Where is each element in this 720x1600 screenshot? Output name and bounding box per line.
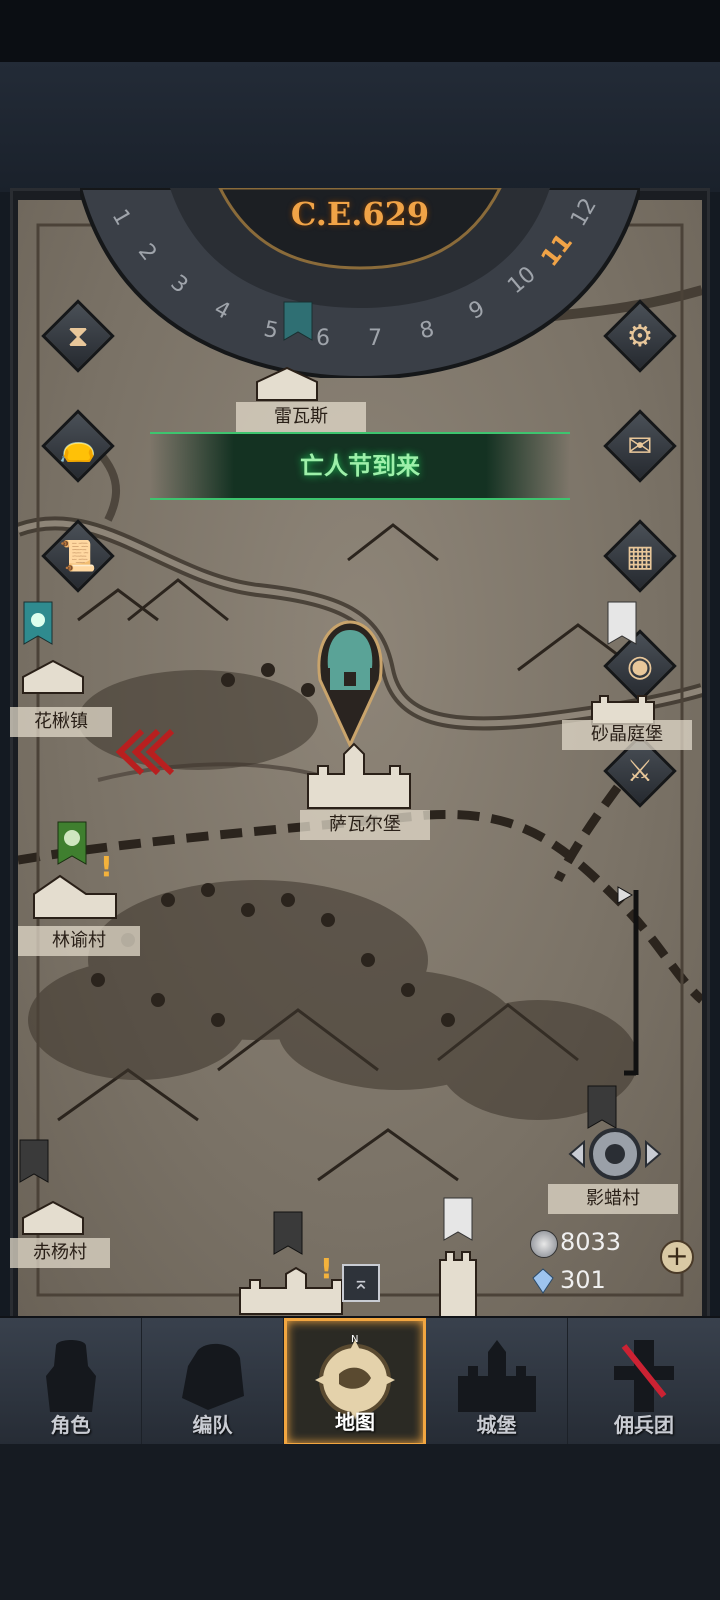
settlement-icon xyxy=(256,366,318,401)
teal-banner-flag xyxy=(283,301,313,341)
nav-label: 角色 xyxy=(50,1413,91,1437)
crystal-icon xyxy=(532,1268,554,1294)
settlement-icon xyxy=(22,1200,84,1235)
place-label-bottom-left: 赤杨村 xyxy=(10,1238,110,1268)
dial-number: 7 xyxy=(368,326,382,351)
banner-sword-icon xyxy=(568,1334,720,1418)
white-banner-flag xyxy=(607,601,637,645)
castle-icon xyxy=(239,1266,343,1315)
envelope-icon: ✉ xyxy=(627,428,653,464)
knight-icon xyxy=(0,1334,141,1418)
hourglass-icon: ⧗ xyxy=(67,318,89,354)
green-tree-banner-flag xyxy=(57,821,87,865)
helmet-icon xyxy=(142,1334,283,1418)
dark-banner-flag xyxy=(19,1139,49,1183)
place-label-top: 雷瓦斯 xyxy=(236,402,366,432)
compass-letter: N xyxy=(351,1334,358,1345)
year-label: C.E.629 xyxy=(290,195,430,233)
castle-icon xyxy=(307,742,411,809)
crosshair-target-icon[interactable] xyxy=(560,1122,670,1192)
silver-amount: 8033 xyxy=(560,1228,622,1256)
teal-banner-flag xyxy=(23,601,53,645)
gear-icon: ⚙ xyxy=(626,318,654,354)
bottom-navigation: 角色 编队 N 地图 城堡 佣兵团 xyxy=(0,1316,720,1446)
dark-banner-flag xyxy=(273,1211,303,1255)
nav-map[interactable]: N 地图 xyxy=(284,1318,426,1446)
window-button[interactable]: ▦ xyxy=(603,519,677,593)
money-bag-icon: 👝 xyxy=(59,428,97,464)
nav-label: 地图 xyxy=(335,1410,375,1434)
settings-button[interactable]: ⚙ xyxy=(603,299,677,373)
place-label-center: 萨瓦尔堡 xyxy=(300,810,430,840)
castle-silhouette-icon xyxy=(426,1334,567,1418)
settlement-icon xyxy=(33,874,117,919)
nav-label: 佣兵团 xyxy=(614,1413,674,1437)
scroll-button[interactable]: 📜 xyxy=(41,519,115,593)
header-background xyxy=(0,62,720,192)
mail-button[interactable]: ✉ xyxy=(603,409,677,483)
map-zoom-slider[interactable] xyxy=(614,885,644,1080)
nav-castle[interactable]: 城堡 xyxy=(426,1318,568,1446)
status-bar-area xyxy=(0,0,720,62)
collapse-toggle-button[interactable]: ⌅ xyxy=(342,1264,380,1302)
place-label-right-mid: 砂晶庭堡 xyxy=(562,720,692,750)
white-banner-flag xyxy=(443,1197,473,1241)
window-frame-icon: ▦ xyxy=(625,538,655,574)
hourglass-button[interactable]: ⧗ xyxy=(41,299,115,373)
nav-mercenary-guild[interactable]: 佣兵团 xyxy=(568,1318,720,1446)
dial-number: 6 xyxy=(316,326,330,351)
settlement-icon xyxy=(22,659,84,694)
silver-coin-icon xyxy=(530,1230,558,1258)
nav-label: 城堡 xyxy=(476,1413,517,1437)
add-currency-button[interactable]: + xyxy=(660,1240,694,1274)
place-label-left-lower: 林谕村 xyxy=(18,926,140,956)
money-bag-button[interactable]: 👝 xyxy=(41,409,115,483)
place-label-right-lower: 影蜡村 xyxy=(548,1184,678,1214)
bottom-background xyxy=(0,1444,720,1600)
place-label-left-mid: 花楸镇 xyxy=(10,707,112,737)
event-banner-text: 亡人节到来 xyxy=(300,452,420,480)
player-helmet-marker[interactable] xyxy=(314,620,386,750)
crystal-amount: 301 xyxy=(560,1266,606,1294)
nav-label: 编队 xyxy=(192,1413,233,1437)
nav-character[interactable]: 角色 xyxy=(0,1318,142,1446)
nav-formation[interactable]: 编队 xyxy=(142,1318,284,1446)
direction-arrows-icon xyxy=(115,728,174,776)
scroll-icon: 📜 xyxy=(59,538,97,574)
tower-icon xyxy=(439,1251,477,1319)
